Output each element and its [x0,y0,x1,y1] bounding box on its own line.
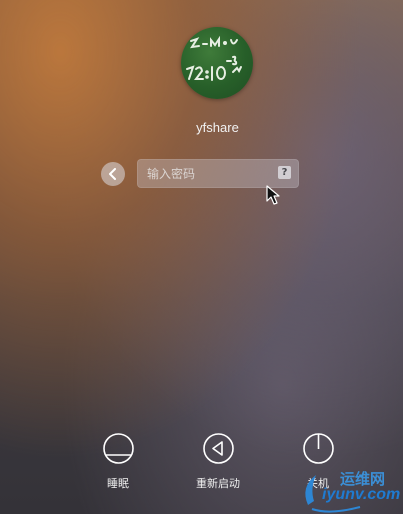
restart-button[interactable]: 重新启动 [183,432,253,491]
restart-icon [202,433,234,464]
chevron-left-icon [109,168,116,180]
sleep-icon [102,433,134,464]
password-hint-button[interactable]: ? [278,166,291,179]
user-avatar [181,27,253,99]
password-field[interactable] [137,159,299,188]
sleep-button[interactable]: 睡眠 [83,432,153,491]
username-label: yfshare [196,120,239,135]
watermark-url: iyunv.com [322,486,401,503]
power-icon [302,433,334,464]
back-button[interactable] [101,162,125,186]
restart-label: 重新启动 [196,477,240,490]
chalkboard-avatar-icon [186,35,242,81]
sleep-label: 睡眠 [107,477,129,490]
mouse-cursor-icon [266,185,280,205]
password-input[interactable] [137,159,267,188]
